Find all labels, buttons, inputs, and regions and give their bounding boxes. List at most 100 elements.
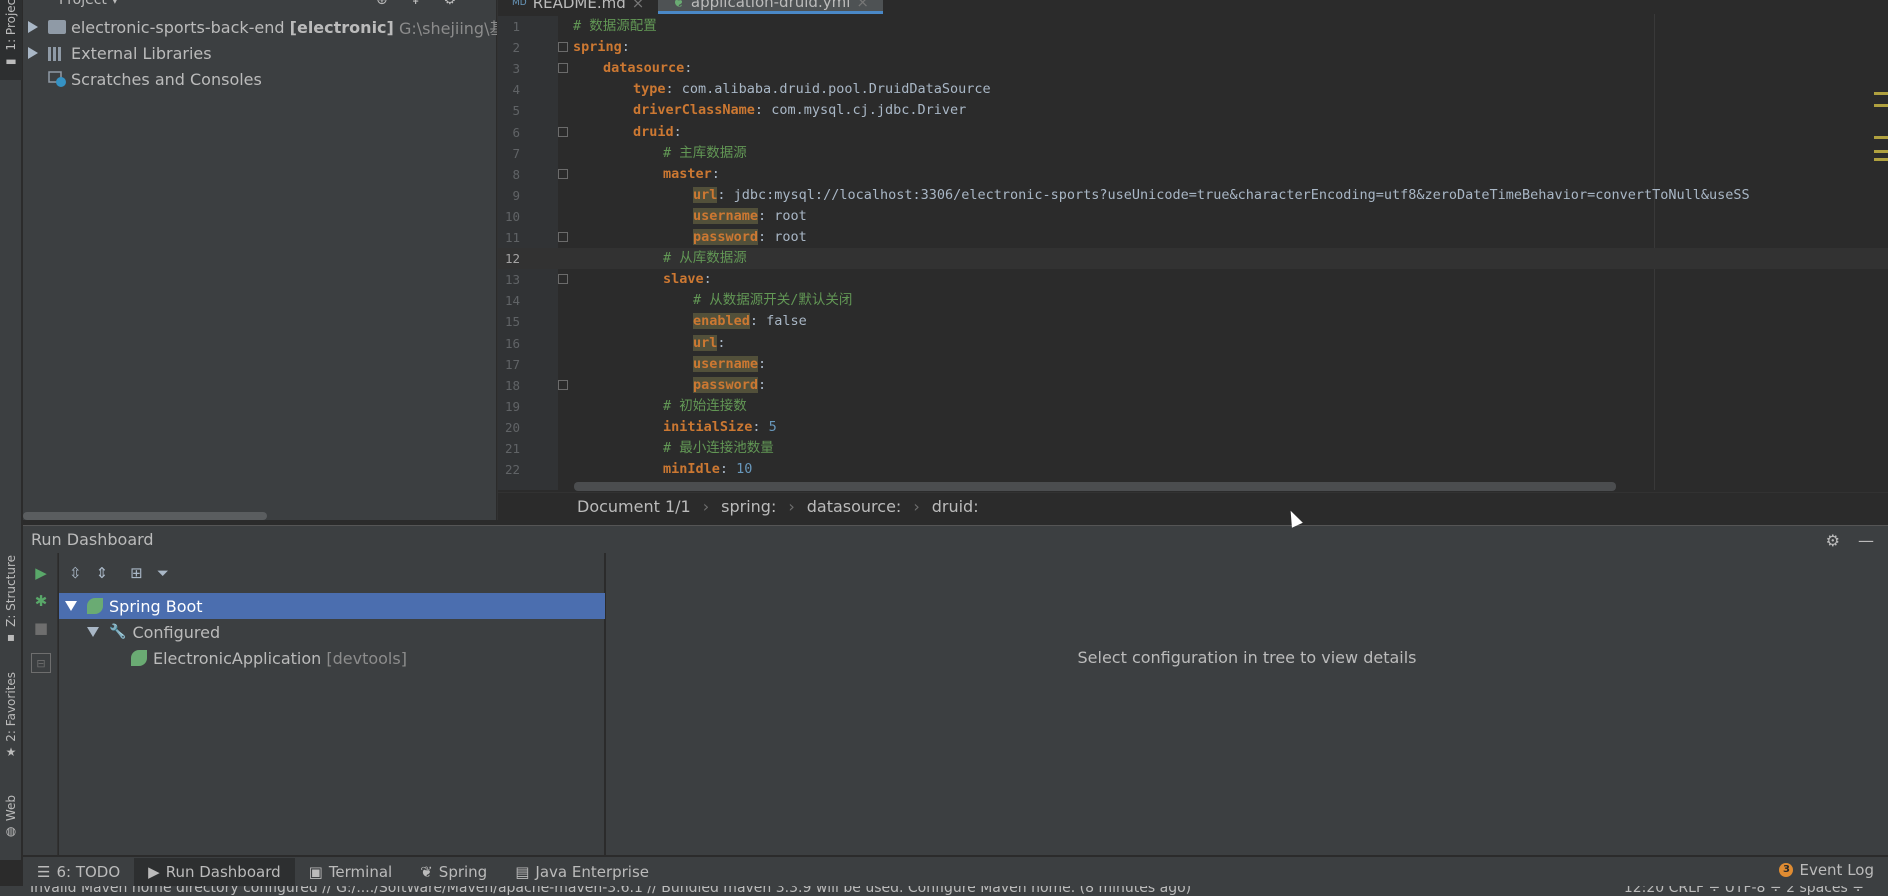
code-line[interactable]: 7 # 主库数据源 bbox=[498, 143, 1888, 164]
code-line[interactable]: 2 spring: bbox=[498, 37, 1888, 58]
code-line[interactable]: 21 # 最小连接池数量 bbox=[498, 438, 1888, 459]
yaml-key: initialSize bbox=[663, 418, 753, 435]
code-line[interactable]: 13 slave: bbox=[498, 269, 1888, 290]
code-line[interactable]: 18 password: bbox=[498, 375, 1888, 396]
tab-project[interactable]: 1: Project ▬ bbox=[0, 0, 22, 80]
warning-marker[interactable] bbox=[1874, 104, 1888, 107]
code-line[interactable]: 8 master: bbox=[498, 164, 1888, 185]
tab-favorites[interactable]: 2: Favorites ★ bbox=[0, 672, 22, 768]
code-line[interactable]: 5 driverClassName: com.mysql.cj.jdbc.Driv… bbox=[498, 100, 1888, 121]
yaml-colon: : bbox=[711, 165, 720, 182]
breadcrumb-spring[interactable]: spring: bbox=[721, 497, 776, 516]
tree-item-spring-boot[interactable]: Spring Boot bbox=[59, 593, 605, 619]
expand-arrow-icon[interactable] bbox=[28, 21, 38, 33]
warning-marker[interactable] bbox=[1874, 150, 1888, 153]
yaml-colon: : bbox=[684, 60, 693, 77]
collapse-arrow-icon[interactable] bbox=[65, 601, 77, 611]
debug-icon[interactable]: ✱ bbox=[31, 591, 51, 611]
warning-marker[interactable] bbox=[1874, 92, 1888, 95]
breadcrumb-datasource[interactable]: datasource: bbox=[807, 497, 902, 516]
tree-item-project[interactable]: electronic-sports-back-end [electronic] … bbox=[28, 15, 540, 39]
tab-java-enterprise[interactable]: ▤ Java Enterprise bbox=[501, 858, 663, 886]
code-line[interactable]: 17 username: bbox=[498, 354, 1888, 375]
code-line[interactable]: 19 # 初始连接数 bbox=[498, 396, 1888, 417]
collapse-icon[interactable]: ⇞ bbox=[410, 0, 422, 8]
warning-marker[interactable] bbox=[1874, 158, 1888, 161]
expand-all-icon[interactable]: ⇳ bbox=[69, 564, 82, 582]
tab-application-druid[interactable]: ❦ application-druid.yml × bbox=[658, 0, 883, 14]
fold-marker-icon[interactable] bbox=[558, 126, 568, 137]
line-number: 20 bbox=[504, 419, 520, 435]
tree-item-configured[interactable]: 🔧 Configured bbox=[59, 619, 605, 645]
code-content: # 数据源配置 bbox=[573, 16, 657, 37]
tab-todo[interactable]: ☰ 6: TODO bbox=[23, 858, 134, 886]
tab-run-dashboard[interactable]: ▶ Run Dashboard bbox=[134, 857, 295, 886]
close-icon[interactable]: × bbox=[856, 0, 869, 11]
terminal-icon: ▣ bbox=[308, 862, 323, 881]
chevron-down-icon[interactable]: ▾ bbox=[111, 0, 118, 8]
tab-spring[interactable]: ❦ Spring bbox=[406, 858, 501, 886]
tab-terminal[interactable]: ▣ Terminal bbox=[295, 858, 407, 886]
code-line[interactable]: 10 username: root bbox=[498, 206, 1888, 227]
fold-marker-icon[interactable] bbox=[558, 379, 568, 390]
code-line[interactable]: 15 enabled: false bbox=[498, 311, 1888, 332]
yaml-key: url bbox=[693, 186, 718, 203]
tree-item-external-libraries[interactable]: External Libraries bbox=[28, 41, 212, 65]
code-content: # 从库数据源 bbox=[663, 248, 747, 269]
code-line[interactable]: 9 url: jdbc:mysql://localhost:3306/electr… bbox=[498, 185, 1888, 206]
group-icon[interactable]: ⊞ bbox=[130, 564, 143, 582]
java-enterprise-icon: ▤ bbox=[515, 862, 530, 881]
code-line[interactable]: 11 password: root bbox=[498, 227, 1888, 248]
yaml-colon: : bbox=[758, 355, 767, 372]
fold-marker-icon[interactable] bbox=[558, 42, 568, 53]
project-horizontal-scrollbar[interactable] bbox=[23, 512, 267, 520]
run-icon[interactable]: ▶ bbox=[31, 563, 51, 583]
code-line[interactable]: 22 minIdle: 10 bbox=[498, 459, 1888, 480]
code-line[interactable]: 16 url: bbox=[498, 333, 1888, 354]
layout-icon[interactable]: ⊟ bbox=[31, 653, 51, 673]
breadcrumb-document[interactable]: Document 1/1 bbox=[577, 497, 691, 516]
code-line[interactable]: 1 # 数据源配置 bbox=[498, 16, 1888, 37]
status-message[interactable]: Invalid Maven home directory configured … bbox=[30, 886, 1191, 896]
code-line[interactable]: 6 druid: bbox=[498, 122, 1888, 143]
tree-item-scratches[interactable]: Scratches and Consoles bbox=[48, 67, 262, 91]
collapse-arrow-icon[interactable] bbox=[87, 627, 99, 637]
filter-icon[interactable]: ⏷ bbox=[157, 564, 169, 582]
fold-marker-icon[interactable] bbox=[558, 63, 568, 74]
code-line[interactable]: 12 # 从库数据源 bbox=[498, 248, 1888, 270]
collapse-all-icon[interactable]: ⇕ bbox=[96, 564, 109, 582]
yaml-key: slave bbox=[663, 271, 704, 288]
breadcrumb-druid[interactable]: druid: bbox=[932, 497, 979, 516]
code-content: # 主库数据源 bbox=[663, 143, 747, 164]
stop-icon[interactable]: ■ bbox=[31, 618, 51, 638]
gear-icon[interactable]: ⚙ bbox=[443, 0, 456, 8]
expand-arrow-icon[interactable] bbox=[28, 47, 38, 59]
yaml-value: root bbox=[766, 207, 807, 224]
yaml-key: driverClassName bbox=[633, 102, 755, 119]
minimize-icon[interactable]: — bbox=[1858, 531, 1874, 550]
status-right[interactable]: 12:20 CRLF ÷ UTF-8 ÷ 2 spaces ÷ bbox=[1624, 886, 1864, 896]
code-line[interactable]: 20 initialSize: 5 bbox=[498, 417, 1888, 438]
code-line[interactable]: 3 datasource: bbox=[498, 58, 1888, 79]
fold-marker-icon[interactable] bbox=[558, 232, 568, 242]
tab-readme[interactable]: MD README.md × bbox=[498, 0, 658, 14]
tab-web[interactable]: Web ◍ bbox=[0, 795, 22, 845]
run-dashboard-toolbar: ▶ ✱ ■ ⊟ bbox=[23, 553, 58, 855]
fold-marker-icon[interactable] bbox=[558, 274, 568, 285]
code-line[interactable]: 4 type: com.alibaba.druid.pool.DruidDataS… bbox=[498, 79, 1888, 100]
event-log-button[interactable]: 3 Event Log bbox=[1779, 861, 1874, 879]
gear-icon[interactable]: ⚙ bbox=[1826, 531, 1840, 550]
close-icon[interactable]: × bbox=[632, 0, 645, 12]
app-name: ElectronicApplication bbox=[153, 648, 322, 668]
yaml-key: spring bbox=[573, 39, 622, 56]
project-name: electronic-sports-back-end bbox=[71, 17, 285, 37]
tree-item-electronic-application[interactable]: ElectronicApplication [devtools] bbox=[59, 645, 605, 671]
markdown-icon: MD bbox=[512, 0, 527, 8]
yaml-colon: : bbox=[665, 81, 674, 98]
tab-structure[interactable]: Z: Structure ▪ bbox=[0, 555, 22, 645]
warning-marker[interactable] bbox=[1874, 136, 1888, 139]
fold-marker-icon[interactable] bbox=[558, 168, 568, 179]
editor-horizontal-scrollbar[interactable] bbox=[574, 482, 1616, 491]
code-line[interactable]: 14 # 从数据源开关/默认关闭 bbox=[498, 290, 1888, 311]
locate-icon[interactable]: ⊕ bbox=[376, 0, 388, 8]
